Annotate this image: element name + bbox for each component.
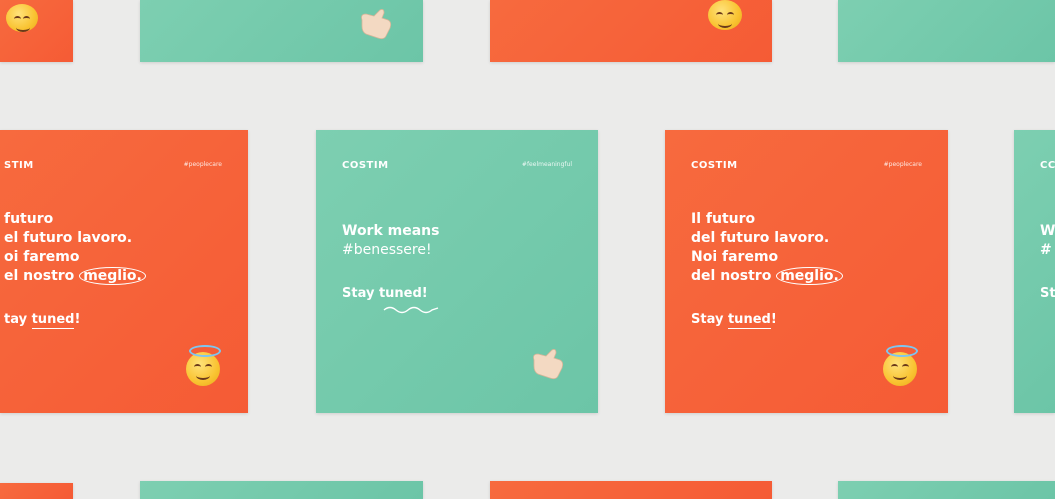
smiling-face-with-halo-icon	[708, 0, 742, 30]
post-headline: futuro el futuro lavoro. oi faremo el no…	[4, 210, 146, 286]
cta-suffix: !	[74, 312, 81, 327]
smiling-face-with-halo-icon	[883, 345, 918, 386]
post-card-green-bottom	[140, 481, 423, 499]
cta-underlined: tuned	[727, 312, 771, 329]
post-card-orange-left: STIM #peoplecare futuro el futuro lavoro…	[0, 130, 248, 413]
headline-line: futuro	[4, 211, 54, 227]
cta-suffix: !	[421, 286, 428, 301]
post-card-orange-top-left	[0, 0, 73, 62]
post-card-green-top	[140, 0, 423, 62]
post-card-green-bottom-right	[838, 481, 1055, 499]
call-to-action: tay tuned!	[4, 312, 81, 329]
headline-line: del futuro lavoro.	[691, 230, 830, 246]
brand-logo: STIM	[4, 160, 34, 171]
call-to-action: St	[1040, 286, 1055, 301]
post-card-orange-bottom	[490, 481, 772, 499]
hashtag-label: #peoplecare	[883, 161, 922, 168]
call-me-hand-icon	[361, 9, 392, 40]
headline-line: el futuro lavoro.	[4, 230, 133, 246]
highlight-word: meglio.	[79, 267, 146, 285]
post-card-green-top-right	[838, 0, 1055, 62]
headline-line-text: del nostro	[691, 268, 772, 284]
headline-line: W	[1040, 223, 1055, 239]
post-card-orange-top	[490, 0, 772, 62]
headline-line: Noi faremo	[691, 249, 779, 265]
call-to-action: Stay tuned!	[342, 286, 428, 301]
brand-logo: CC	[1040, 160, 1055, 171]
headline-line-text: el nostro	[4, 268, 75, 284]
post-card-green: COSTIM #feelmeaningful Work means #benes…	[316, 130, 598, 413]
post-headline: Il futuro del futuro lavoro. Noi faremo …	[691, 210, 843, 286]
hashtag-label: #peoplecare	[183, 161, 222, 168]
hashtag-label: #feelmeaningful	[521, 161, 572, 168]
post-card-orange: COSTIM #peoplecare Il futuro del futuro …	[665, 130, 948, 413]
post-card-green-right: CC W # St	[1014, 130, 1055, 413]
cta-underlined: tuned	[31, 312, 75, 329]
headline-line: Work means	[342, 223, 440, 239]
headline-line: #	[1040, 242, 1052, 258]
post-headline: Work means #benessere!	[342, 222, 439, 260]
brand-logo: COSTIM	[342, 160, 389, 171]
call-me-hand-icon	[533, 349, 564, 380]
highlight-word: meglio.	[776, 267, 843, 285]
call-to-action: Stay tuned!	[691, 312, 777, 329]
headline-line: #benessere!	[342, 242, 432, 258]
post-card-orange-bottom-left	[0, 483, 73, 499]
cta-suffix: !	[770, 312, 777, 327]
post-headline: W #	[1040, 222, 1055, 260]
headline-line: Il futuro	[691, 211, 756, 227]
squiggle-decoration	[383, 306, 439, 314]
cta-prefix: Stay tuned	[342, 286, 422, 301]
cta-prefix: tay	[4, 312, 28, 327]
headline-line: el nostro meglio.	[4, 267, 146, 286]
smiling-face-with-halo-icon	[6, 4, 38, 32]
brand-logo: COSTIM	[691, 160, 738, 171]
headline-line: oi faremo	[4, 249, 80, 265]
headline-line: del nostro meglio.	[691, 267, 843, 286]
smiling-face-with-halo-icon	[186, 345, 221, 386]
cta-prefix: Stay	[691, 312, 724, 327]
